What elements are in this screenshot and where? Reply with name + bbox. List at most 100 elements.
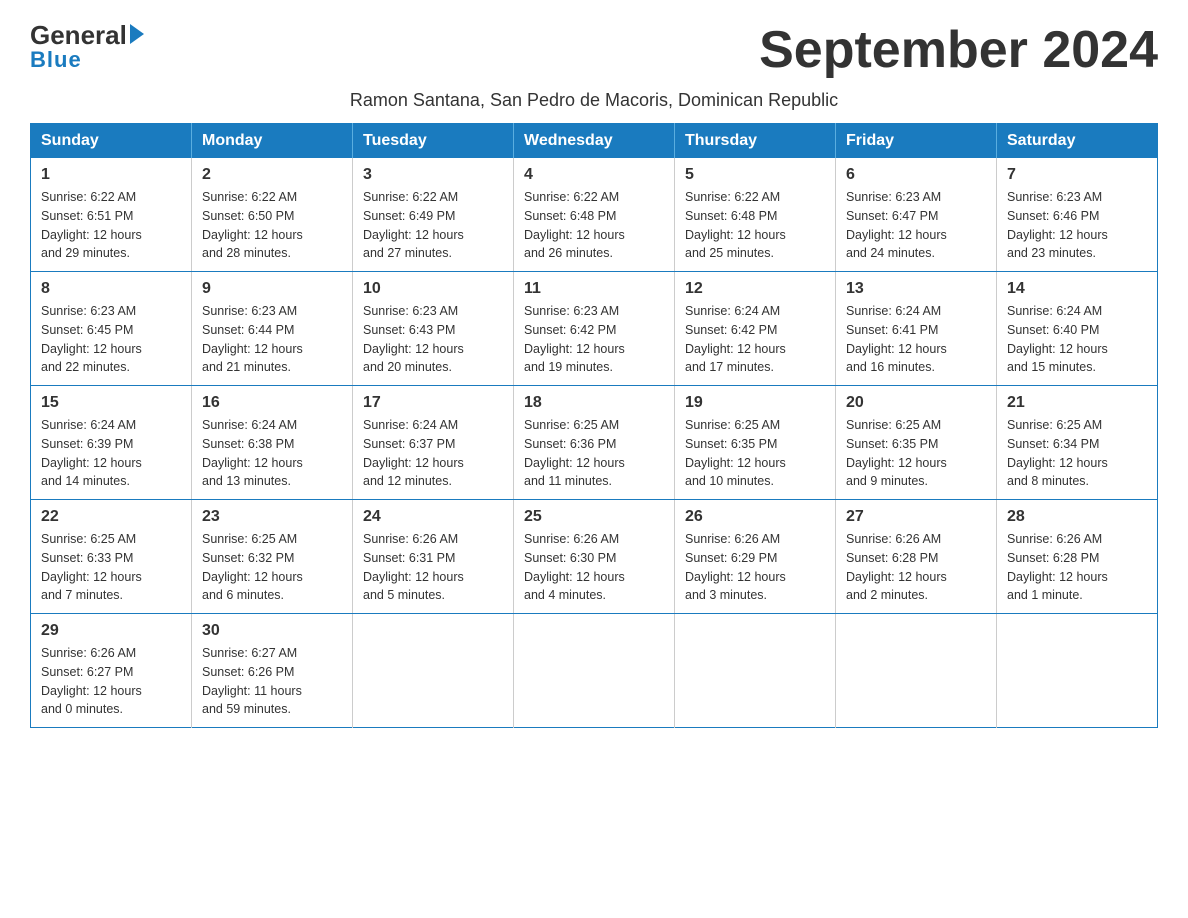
calendar-week-row: 8 Sunrise: 6:23 AMSunset: 6:45 PMDayligh… <box>31 272 1158 386</box>
month-title: September 2024 <box>759 20 1158 80</box>
calendar-cell <box>353 614 514 728</box>
day-number: 27 <box>846 508 986 526</box>
day-info: Sunrise: 6:26 AMSunset: 6:27 PMDaylight:… <box>41 646 142 716</box>
calendar-table: SundayMondayTuesdayWednesdayThursdayFrid… <box>30 123 1158 728</box>
day-info: Sunrise: 6:25 AMSunset: 6:32 PMDaylight:… <box>202 532 303 602</box>
calendar-cell: 7 Sunrise: 6:23 AMSunset: 6:46 PMDayligh… <box>997 158 1158 272</box>
calendar-header-cell: Tuesday <box>353 124 514 159</box>
logo-triangle-icon <box>130 24 144 44</box>
calendar-header: SundayMondayTuesdayWednesdayThursdayFrid… <box>31 124 1158 159</box>
day-number: 24 <box>363 508 503 526</box>
calendar-cell: 9 Sunrise: 6:23 AMSunset: 6:44 PMDayligh… <box>192 272 353 386</box>
calendar-cell <box>675 614 836 728</box>
day-number: 12 <box>685 280 825 298</box>
calendar-cell: 29 Sunrise: 6:26 AMSunset: 6:27 PMDaylig… <box>31 614 192 728</box>
calendar-cell: 1 Sunrise: 6:22 AMSunset: 6:51 PMDayligh… <box>31 158 192 272</box>
day-number: 23 <box>202 508 342 526</box>
calendar-body: 1 Sunrise: 6:22 AMSunset: 6:51 PMDayligh… <box>31 158 1158 728</box>
day-info: Sunrise: 6:22 AMSunset: 6:48 PMDaylight:… <box>685 190 786 260</box>
day-number: 1 <box>41 166 181 184</box>
calendar-cell: 25 Sunrise: 6:26 AMSunset: 6:30 PMDaylig… <box>514 500 675 614</box>
day-info: Sunrise: 6:25 AMSunset: 6:35 PMDaylight:… <box>846 418 947 488</box>
calendar-header-cell: Monday <box>192 124 353 159</box>
day-number: 8 <box>41 280 181 298</box>
day-number: 11 <box>524 280 664 298</box>
day-info: Sunrise: 6:26 AMSunset: 6:29 PMDaylight:… <box>685 532 786 602</box>
calendar-cell: 22 Sunrise: 6:25 AMSunset: 6:33 PMDaylig… <box>31 500 192 614</box>
day-info: Sunrise: 6:24 AMSunset: 6:42 PMDaylight:… <box>685 304 786 374</box>
day-number: 20 <box>846 394 986 412</box>
day-number: 2 <box>202 166 342 184</box>
logo: General Blue <box>30 20 144 73</box>
day-info: Sunrise: 6:26 AMSunset: 6:28 PMDaylight:… <box>1007 532 1108 602</box>
day-number: 21 <box>1007 394 1147 412</box>
day-number: 10 <box>363 280 503 298</box>
calendar-header-cell: Wednesday <box>514 124 675 159</box>
calendar-header-cell: Saturday <box>997 124 1158 159</box>
calendar-cell: 12 Sunrise: 6:24 AMSunset: 6:42 PMDaylig… <box>675 272 836 386</box>
calendar-cell: 3 Sunrise: 6:22 AMSunset: 6:49 PMDayligh… <box>353 158 514 272</box>
calendar-cell: 13 Sunrise: 6:24 AMSunset: 6:41 PMDaylig… <box>836 272 997 386</box>
day-info: Sunrise: 6:23 AMSunset: 6:43 PMDaylight:… <box>363 304 464 374</box>
day-info: Sunrise: 6:25 AMSunset: 6:34 PMDaylight:… <box>1007 418 1108 488</box>
calendar-cell: 6 Sunrise: 6:23 AMSunset: 6:47 PMDayligh… <box>836 158 997 272</box>
calendar-cell: 17 Sunrise: 6:24 AMSunset: 6:37 PMDaylig… <box>353 386 514 500</box>
day-number: 30 <box>202 622 342 640</box>
calendar-cell: 26 Sunrise: 6:26 AMSunset: 6:29 PMDaylig… <box>675 500 836 614</box>
day-info: Sunrise: 6:22 AMSunset: 6:49 PMDaylight:… <box>363 190 464 260</box>
calendar-cell: 5 Sunrise: 6:22 AMSunset: 6:48 PMDayligh… <box>675 158 836 272</box>
day-info: Sunrise: 6:23 AMSunset: 6:42 PMDaylight:… <box>524 304 625 374</box>
day-info: Sunrise: 6:26 AMSunset: 6:30 PMDaylight:… <box>524 532 625 602</box>
day-number: 14 <box>1007 280 1147 298</box>
day-info: Sunrise: 6:24 AMSunset: 6:40 PMDaylight:… <box>1007 304 1108 374</box>
day-number: 17 <box>363 394 503 412</box>
calendar-cell: 2 Sunrise: 6:22 AMSunset: 6:50 PMDayligh… <box>192 158 353 272</box>
calendar-cell <box>997 614 1158 728</box>
calendar-cell: 18 Sunrise: 6:25 AMSunset: 6:36 PMDaylig… <box>514 386 675 500</box>
day-number: 18 <box>524 394 664 412</box>
logo-blue-text: Blue <box>30 47 82 73</box>
calendar-header-cell: Sunday <box>31 124 192 159</box>
day-number: 25 <box>524 508 664 526</box>
day-info: Sunrise: 6:24 AMSunset: 6:39 PMDaylight:… <box>41 418 142 488</box>
day-info: Sunrise: 6:23 AMSunset: 6:47 PMDaylight:… <box>846 190 947 260</box>
day-info: Sunrise: 6:24 AMSunset: 6:41 PMDaylight:… <box>846 304 947 374</box>
calendar-cell: 4 Sunrise: 6:22 AMSunset: 6:48 PMDayligh… <box>514 158 675 272</box>
day-number: 16 <box>202 394 342 412</box>
calendar-cell: 10 Sunrise: 6:23 AMSunset: 6:43 PMDaylig… <box>353 272 514 386</box>
day-info: Sunrise: 6:22 AMSunset: 6:48 PMDaylight:… <box>524 190 625 260</box>
day-info: Sunrise: 6:23 AMSunset: 6:46 PMDaylight:… <box>1007 190 1108 260</box>
calendar-week-row: 29 Sunrise: 6:26 AMSunset: 6:27 PMDaylig… <box>31 614 1158 728</box>
day-info: Sunrise: 6:24 AMSunset: 6:38 PMDaylight:… <box>202 418 303 488</box>
calendar-cell: 23 Sunrise: 6:25 AMSunset: 6:32 PMDaylig… <box>192 500 353 614</box>
day-number: 29 <box>41 622 181 640</box>
day-info: Sunrise: 6:26 AMSunset: 6:28 PMDaylight:… <box>846 532 947 602</box>
day-number: 4 <box>524 166 664 184</box>
calendar-cell: 21 Sunrise: 6:25 AMSunset: 6:34 PMDaylig… <box>997 386 1158 500</box>
calendar-cell: 15 Sunrise: 6:24 AMSunset: 6:39 PMDaylig… <box>31 386 192 500</box>
day-info: Sunrise: 6:25 AMSunset: 6:35 PMDaylight:… <box>685 418 786 488</box>
calendar-header-cell: Friday <box>836 124 997 159</box>
day-info: Sunrise: 6:22 AMSunset: 6:50 PMDaylight:… <box>202 190 303 260</box>
day-number: 7 <box>1007 166 1147 184</box>
day-info: Sunrise: 6:22 AMSunset: 6:51 PMDaylight:… <box>41 190 142 260</box>
day-info: Sunrise: 6:23 AMSunset: 6:44 PMDaylight:… <box>202 304 303 374</box>
calendar-cell: 24 Sunrise: 6:26 AMSunset: 6:31 PMDaylig… <box>353 500 514 614</box>
calendar-week-row: 1 Sunrise: 6:22 AMSunset: 6:51 PMDayligh… <box>31 158 1158 272</box>
day-number: 5 <box>685 166 825 184</box>
calendar-header-cell: Thursday <box>675 124 836 159</box>
day-info: Sunrise: 6:25 AMSunset: 6:36 PMDaylight:… <box>524 418 625 488</box>
calendar-cell: 20 Sunrise: 6:25 AMSunset: 6:35 PMDaylig… <box>836 386 997 500</box>
day-number: 15 <box>41 394 181 412</box>
calendar-cell: 30 Sunrise: 6:27 AMSunset: 6:26 PMDaylig… <box>192 614 353 728</box>
day-info: Sunrise: 6:26 AMSunset: 6:31 PMDaylight:… <box>363 532 464 602</box>
day-info: Sunrise: 6:27 AMSunset: 6:26 PMDaylight:… <box>202 646 302 716</box>
calendar-cell: 11 Sunrise: 6:23 AMSunset: 6:42 PMDaylig… <box>514 272 675 386</box>
calendar-cell: 27 Sunrise: 6:26 AMSunset: 6:28 PMDaylig… <box>836 500 997 614</box>
calendar-cell: 28 Sunrise: 6:26 AMSunset: 6:28 PMDaylig… <box>997 500 1158 614</box>
calendar-cell <box>514 614 675 728</box>
calendar-week-row: 15 Sunrise: 6:24 AMSunset: 6:39 PMDaylig… <box>31 386 1158 500</box>
page-subtitle: Ramon Santana, San Pedro de Macoris, Dom… <box>30 90 1158 111</box>
calendar-week-row: 22 Sunrise: 6:25 AMSunset: 6:33 PMDaylig… <box>31 500 1158 614</box>
day-number: 6 <box>846 166 986 184</box>
